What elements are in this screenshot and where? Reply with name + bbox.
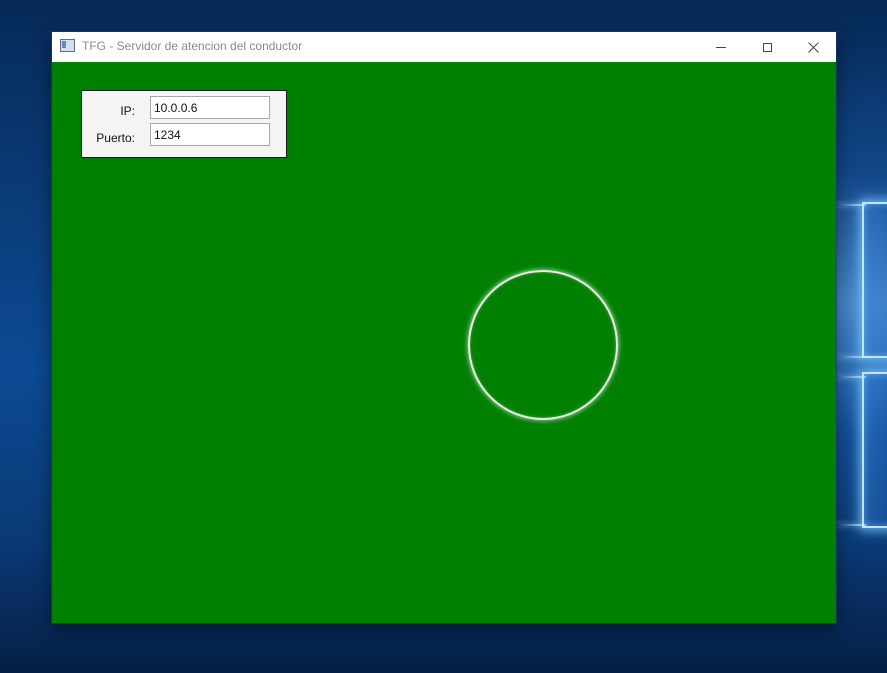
port-input[interactable] bbox=[150, 123, 270, 146]
close-icon bbox=[807, 41, 819, 53]
ip-input[interactable] bbox=[150, 96, 270, 119]
window-title: TFG - Servidor de atencion del conductor bbox=[82, 39, 303, 53]
maximize-button[interactable] bbox=[744, 32, 790, 62]
minimize-icon bbox=[716, 46, 726, 48]
maximize-icon bbox=[762, 42, 772, 52]
status-circle bbox=[468, 270, 618, 420]
client-area: IP: Puerto: bbox=[52, 62, 836, 623]
app-window-icon[interactable] bbox=[60, 39, 75, 52]
wallpaper-logo-pane bbox=[862, 372, 887, 528]
minimize-button[interactable] bbox=[698, 32, 744, 62]
title-bar[interactable]: TFG - Servidor de atencion del conductor bbox=[52, 32, 836, 62]
connection-panel: IP: Puerto: bbox=[81, 90, 287, 158]
close-button[interactable] bbox=[790, 32, 836, 62]
app-window: TFG - Servidor de atencion del conductor… bbox=[52, 32, 836, 623]
wallpaper-logo-pane bbox=[862, 202, 887, 358]
ip-label: IP: bbox=[120, 104, 135, 118]
port-label: Puerto: bbox=[96, 131, 135, 145]
